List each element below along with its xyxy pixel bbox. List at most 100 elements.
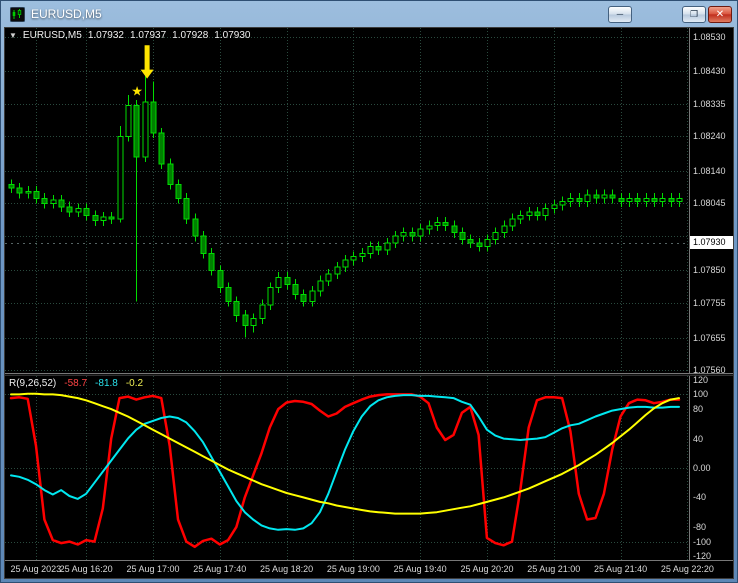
time-axis-label: 25 Aug 2023 — [10, 564, 62, 574]
candle-body — [676, 197, 683, 203]
candle-body — [225, 287, 232, 303]
candle-body — [492, 232, 499, 241]
restore-button[interactable]: ❐ — [682, 5, 706, 23]
candle-body — [284, 276, 291, 285]
candle-body — [150, 101, 157, 134]
candle-body — [92, 215, 99, 222]
ohlc-low: 1.07928 — [172, 30, 209, 41]
indicator-axis-label: -100 — [693, 536, 712, 547]
price-axis[interactable]: 1.07930 1.08530 1.08430 1.08335 1.08240 1.08… — [689, 28, 733, 373]
candle-body — [8, 184, 15, 189]
candle-body — [250, 318, 257, 327]
star-annotation[interactable]: ★ — [131, 83, 143, 98]
indicator-axis-label: 120 — [693, 376, 709, 385]
candle-body — [459, 232, 466, 241]
main-chart-plot[interactable]: ★ — [5, 28, 689, 373]
indicator-axis-label: 100 — [693, 389, 709, 400]
arrow-down-annotation[interactable] — [140, 45, 154, 79]
candle-body — [16, 187, 23, 194]
indicator-axis-label: 40 — [693, 433, 704, 444]
candle-body — [509, 218, 516, 227]
close-icon: ✕ — [715, 8, 725, 20]
restore-icon: ❐ — [689, 8, 699, 19]
indicator-value-1: -58.7 — [64, 378, 88, 389]
candle-body — [601, 194, 608, 199]
indicator-row: R(9,26,52) -58.7 -81.8 -0.2 120 100 80 40 0.… — [5, 376, 733, 560]
chart-client-area: ★ ▼ EURUSD,M5 1.07932 1.07937 1.07928 1.… — [4, 27, 734, 579]
candle-body — [292, 283, 299, 296]
window-title: EURUSD,M5 — [31, 7, 102, 21]
time-axis-label: 25 Aug 21:00 — [527, 564, 581, 574]
candle-body — [275, 276, 282, 289]
candle-body — [534, 211, 541, 216]
candle-body — [167, 163, 174, 185]
price-axis-label: 1.08335 — [693, 98, 726, 109]
candle-body — [384, 242, 391, 251]
candle-body — [25, 190, 32, 194]
main-chart-pane[interactable]: ★ ▼ EURUSD,M5 1.07932 1.07937 1.07928 1.… — [5, 28, 689, 373]
candle-body — [467, 239, 474, 244]
minimize-button[interactable]: ─ — [608, 5, 632, 23]
r-mid-aqua-line[interactable] — [10, 394, 680, 531]
candle-body — [58, 199, 65, 208]
candle-body — [158, 132, 165, 165]
time-axis[interactable]: 25 Aug 2023 25 Aug 16:20 25 Aug 17:00 25 Au… — [5, 560, 733, 578]
candle-body — [183, 197, 190, 220]
indicator-value-2: -81.8 — [95, 378, 118, 389]
candle-body — [501, 225, 508, 234]
candle-body — [200, 235, 207, 254]
candle-body — [584, 194, 591, 203]
candles — [8, 71, 683, 338]
indicator-plot[interactable] — [5, 376, 689, 560]
price-axis-label: 1.07755 — [693, 298, 726, 309]
close-button[interactable]: ✕ — [708, 5, 732, 23]
candle-body — [451, 225, 458, 234]
titlebar[interactable]: EURUSD,M5 ─ ❐ ✕ — [4, 1, 734, 27]
time-axis-label: 25 Aug 17:40 — [193, 564, 247, 574]
candle-body — [50, 199, 57, 204]
price-axis-label: 1.08430 — [693, 65, 726, 76]
candle-body — [484, 239, 491, 247]
indicator-caption: R(9,26,52) -58.7 -81.8 -0.2 — [9, 378, 143, 389]
candle-body — [175, 184, 182, 199]
indicator-axis-label: -120 — [693, 551, 712, 560]
indicator-label: R(9,26,52) — [9, 378, 57, 389]
minimize-icon: ─ — [616, 9, 624, 19]
time-axis-label: 25 Aug 21:40 — [594, 564, 648, 574]
candle-body — [192, 218, 199, 237]
candle-body — [417, 228, 424, 237]
candle-body — [325, 273, 332, 282]
time-axis-label: 25 Aug 20:20 — [460, 564, 514, 574]
candle-body — [359, 252, 366, 258]
candle-body — [334, 266, 341, 275]
candle-body — [33, 190, 40, 199]
candle-body — [100, 216, 107, 222]
candle-body — [476, 242, 483, 247]
r-fast-red-line[interactable] — [9, 393, 681, 549]
candle-body — [142, 101, 149, 158]
ohlc-open: 1.07932 — [87, 30, 124, 41]
indicator-axis[interactable]: 120 100 80 40 0.00 -40 -80 -100 -120 — [689, 376, 733, 560]
candle-body — [117, 135, 124, 220]
expander-icon[interactable]: ▼ — [9, 31, 17, 40]
candle-body — [526, 211, 533, 216]
candle-body — [567, 197, 574, 203]
candle-body — [400, 232, 407, 237]
candle-body — [593, 194, 600, 199]
ohlc-high: 1.07937 — [129, 30, 167, 41]
candle-body — [83, 208, 90, 217]
candle-body — [367, 245, 374, 254]
candle-body — [125, 104, 132, 137]
candle-body — [618, 197, 625, 203]
candle-body — [434, 221, 441, 227]
current-price-box: 1.07930 — [690, 236, 733, 250]
candle-body — [267, 287, 274, 306]
price-axis-label: 1.07655 — [693, 332, 726, 343]
time-axis-label: 25 Aug 18:20 — [260, 564, 314, 574]
price-axis-label: 1.08240 — [693, 131, 726, 142]
candle-body — [551, 204, 558, 210]
indicator-axis-label: 80 — [693, 404, 704, 415]
price-axis-label: 1.07560 — [693, 365, 726, 373]
indicator-axis-label: -80 — [693, 521, 707, 532]
indicator-pane[interactable]: R(9,26,52) -58.7 -81.8 -0.2 — [5, 376, 689, 560]
